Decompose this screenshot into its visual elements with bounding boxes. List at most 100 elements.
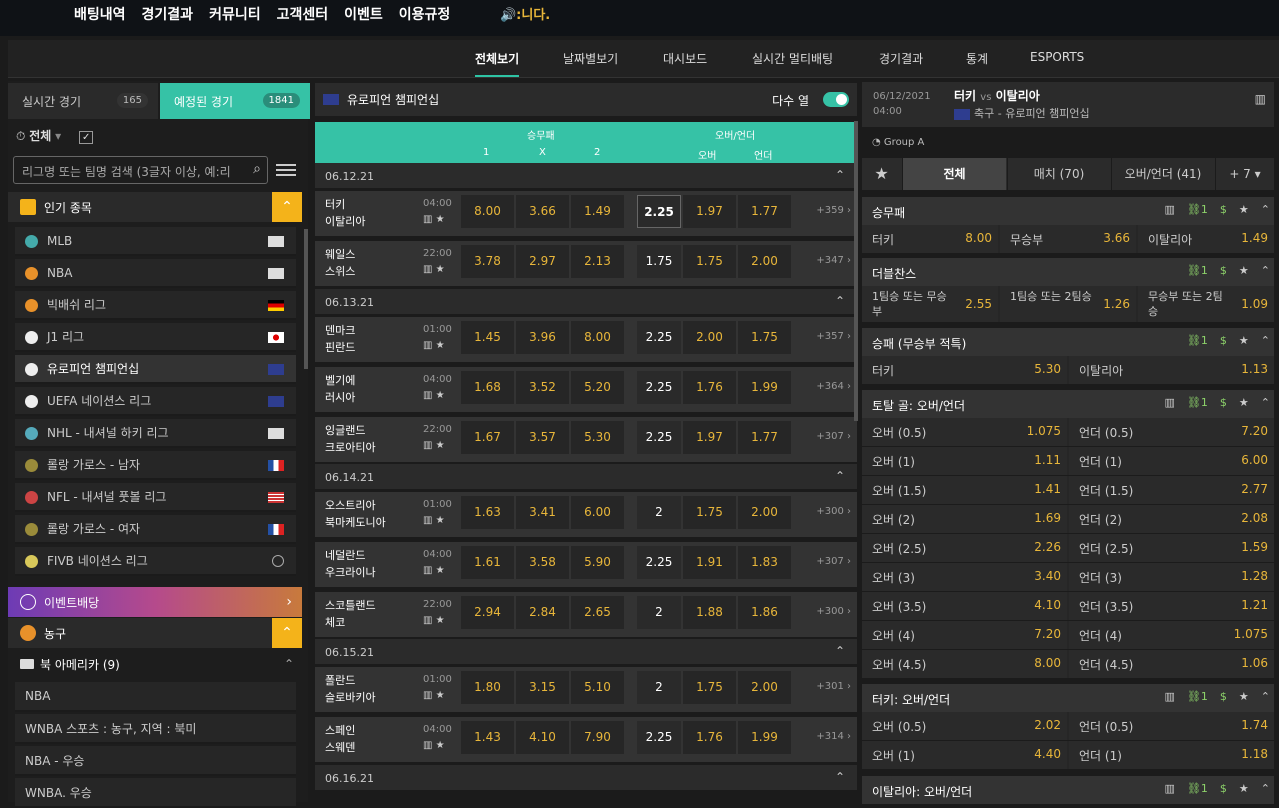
- nav-community[interactable]: 커뮤니티: [209, 4, 261, 24]
- game-row[interactable]: 터키 이탈리아 04:00 ▥ ★ 8.00 3.66 1.49 2.25 1.9…: [315, 191, 857, 236]
- league-item[interactable]: WNBA. 우승: [15, 778, 296, 808]
- league-item[interactable]: NBA: [15, 682, 296, 712]
- more-markets-link[interactable]: +347 ›: [816, 255, 851, 266]
- nav-results[interactable]: 경기결과: [142, 4, 194, 24]
- star-icon[interactable]: ★: [436, 264, 445, 275]
- nav-bet-history[interactable]: 배팅내역: [74, 4, 126, 24]
- odd-under[interactable]: 1.86: [738, 596, 791, 629]
- search-input[interactable]: 리그명 또는 팀명 검색 (3글자 이상, 예:리 ⌕: [13, 156, 268, 184]
- odd-home[interactable]: 1.61: [461, 546, 514, 579]
- nav-event[interactable]: 이벤트: [344, 4, 383, 24]
- nav-rules[interactable]: 이용규정: [399, 4, 451, 24]
- chevron-up-icon[interactable]: ⌃: [835, 644, 845, 658]
- star-icon[interactable]: ★: [1239, 782, 1249, 795]
- sport-item-rg-women[interactable]: 롤랑 가로스 - 여자: [15, 515, 296, 544]
- star-icon[interactable]: ★: [1239, 396, 1249, 409]
- odd-cell[interactable]: 이탈리아 1.13: [1069, 356, 1274, 384]
- chevron-up-icon[interactable]: ⌃: [1261, 203, 1270, 216]
- scrollbar[interactable]: [304, 229, 308, 369]
- odd-cell-over[interactable]: 오버 (3) 3.40: [862, 563, 1067, 591]
- line-value[interactable]: 2: [637, 496, 681, 529]
- odd-under[interactable]: 1.99: [738, 721, 791, 754]
- chevron-up-icon[interactable]: ⌃: [835, 770, 845, 784]
- stats-icon[interactable]: ▥: [1165, 782, 1175, 795]
- odd-over[interactable]: 1.88: [683, 596, 736, 629]
- odd-draw[interactable]: 3.52: [516, 371, 569, 404]
- chevron-up-icon[interactable]: ⌃: [835, 469, 845, 483]
- odd-away[interactable]: 5.20: [571, 371, 624, 404]
- link-icon[interactable]: ⛓1: [1187, 334, 1208, 347]
- market-header[interactable]: 승패 (무승부 적특) ⛓1 $ ★ ⌃: [862, 328, 1274, 356]
- market-header[interactable]: 터키: 오버/언더 ▥ ⛓1 $ ★ ⌃: [862, 684, 1274, 712]
- link-icon[interactable]: ⛓1: [1187, 782, 1208, 795]
- odd-over[interactable]: 1.75: [683, 671, 736, 704]
- odd-cell-under[interactable]: 언더 (2) 2.08: [1069, 505, 1274, 533]
- star-icon[interactable]: ★: [862, 158, 901, 190]
- odd-under[interactable]: 2.00: [738, 671, 791, 704]
- odd-draw[interactable]: 3.96: [516, 321, 569, 354]
- sport-item-nhl[interactable]: NHL - 내셔널 하키 리그: [15, 419, 296, 448]
- stats-icon[interactable]: ▥: [423, 615, 432, 626]
- more-markets-link[interactable]: +300 ›: [816, 506, 851, 517]
- menu-icon[interactable]: [276, 161, 296, 179]
- stats-icon[interactable]: ▥: [423, 515, 432, 526]
- tab-dashboard[interactable]: 대시보드: [663, 50, 707, 67]
- line-value[interactable]: 2: [637, 671, 681, 704]
- date-row[interactable]: 06.12.21 ⌃: [315, 163, 857, 188]
- basketball-header[interactable]: 농구 ⌃: [8, 618, 302, 648]
- odd-cell[interactable]: 무승부 또는 2팀승 1.09: [1138, 286, 1274, 322]
- odd-cell-under[interactable]: 언더 (4.5) 1.06: [1069, 650, 1274, 678]
- sport-item-bigbash[interactable]: 빅배쉬 리그: [15, 291, 296, 320]
- star-icon[interactable]: ★: [1239, 690, 1249, 703]
- game-row[interactable]: 오스트리아 북마케도니아 01:00 ▥ ★ 1.63 3.41 6.00 2 1…: [315, 492, 857, 537]
- market-header[interactable]: 승무패 ▥ ⛓1 $ ★ ⌃: [862, 197, 1274, 225]
- star-icon[interactable]: ★: [436, 565, 445, 576]
- stats-icon[interactable]: ▥: [423, 440, 432, 451]
- stats-icon[interactable]: ▥: [1255, 92, 1266, 106]
- odd-home[interactable]: 1.80: [461, 671, 514, 704]
- odd-cell[interactable]: 이탈리아 1.49: [1138, 225, 1274, 253]
- odd-under[interactable]: 1.99: [738, 371, 791, 404]
- odd-away[interactable]: 2.65: [571, 596, 624, 629]
- date-row[interactable]: 06.15.21 ⌃: [315, 639, 857, 664]
- odd-away[interactable]: 5.90: [571, 546, 624, 579]
- north-america-header[interactable]: 북 아메리카 (9) ⌃: [8, 649, 302, 679]
- market-tab-match[interactable]: 매치 (70): [1007, 158, 1110, 190]
- odd-away[interactable]: 5.10: [571, 671, 624, 704]
- odd-cell-over[interactable]: 오버 (1) 1.11: [862, 447, 1067, 475]
- odd-cell-under[interactable]: 언더 (2.5) 1.59: [1069, 534, 1274, 562]
- odd-draw[interactable]: 3.66: [516, 195, 569, 228]
- more-markets-link[interactable]: +300 ›: [816, 606, 851, 617]
- link-icon[interactable]: ⛓1: [1187, 690, 1208, 703]
- more-markets-link[interactable]: +307 ›: [816, 556, 851, 567]
- dollar-icon[interactable]: $: [1220, 782, 1227, 795]
- line-value[interactable]: 2.25: [637, 321, 681, 354]
- odd-over[interactable]: 1.75: [683, 496, 736, 529]
- sport-item-nfl[interactable]: NFL - 내셔널 풋볼 리그: [15, 483, 296, 512]
- odd-cell-under[interactable]: 언더 (1.5) 2.77: [1069, 476, 1274, 504]
- odd-cell-over[interactable]: 오버 (2) 1.69: [862, 505, 1067, 533]
- line-value[interactable]: 2.25: [637, 371, 681, 404]
- date-row[interactable]: 06.16.21 ⌃: [315, 765, 857, 790]
- odd-over[interactable]: 1.76: [683, 721, 736, 754]
- game-row[interactable]: 웨일스 스위스 22:00 ▥ ★ 3.78 2.97 2.13 1.75 1.7…: [315, 241, 857, 286]
- league-item[interactable]: WNBA 스포츠 : 농구, 지역 : 북미: [15, 714, 296, 744]
- odd-home[interactable]: 1.63: [461, 496, 514, 529]
- odd-cell[interactable]: 무승부 3.66: [1000, 225, 1136, 253]
- chevron-up-icon[interactable]: ⌃: [1261, 690, 1270, 703]
- odd-cell[interactable]: 터키 8.00: [862, 225, 998, 253]
- tab-esports[interactable]: ESPORTS: [1030, 50, 1084, 64]
- odd-away[interactable]: 7.90: [571, 721, 624, 754]
- link-icon[interactable]: ⛓1: [1187, 396, 1208, 409]
- odd-cell-under[interactable]: 언더 (3) 1.28: [1069, 563, 1274, 591]
- game-row[interactable]: 잉글랜드 크로아티아 22:00 ▥ ★ 1.67 3.57 5.30 2.25 …: [315, 417, 857, 462]
- dollar-icon[interactable]: $: [1220, 264, 1227, 277]
- chevron-up-icon[interactable]: ⌃: [835, 294, 845, 308]
- market-tab-all[interactable]: 전체: [902, 158, 1006, 190]
- league-item[interactable]: NBA - 우승: [15, 746, 296, 776]
- odd-cell-over[interactable]: 오버 (0.5) 1.075: [862, 418, 1067, 446]
- chevron-up-icon[interactable]: ⌃: [272, 192, 302, 222]
- odd-home[interactable]: 8.00: [461, 195, 514, 228]
- odd-home[interactable]: 1.45: [461, 321, 514, 354]
- odd-under[interactable]: 1.83: [738, 546, 791, 579]
